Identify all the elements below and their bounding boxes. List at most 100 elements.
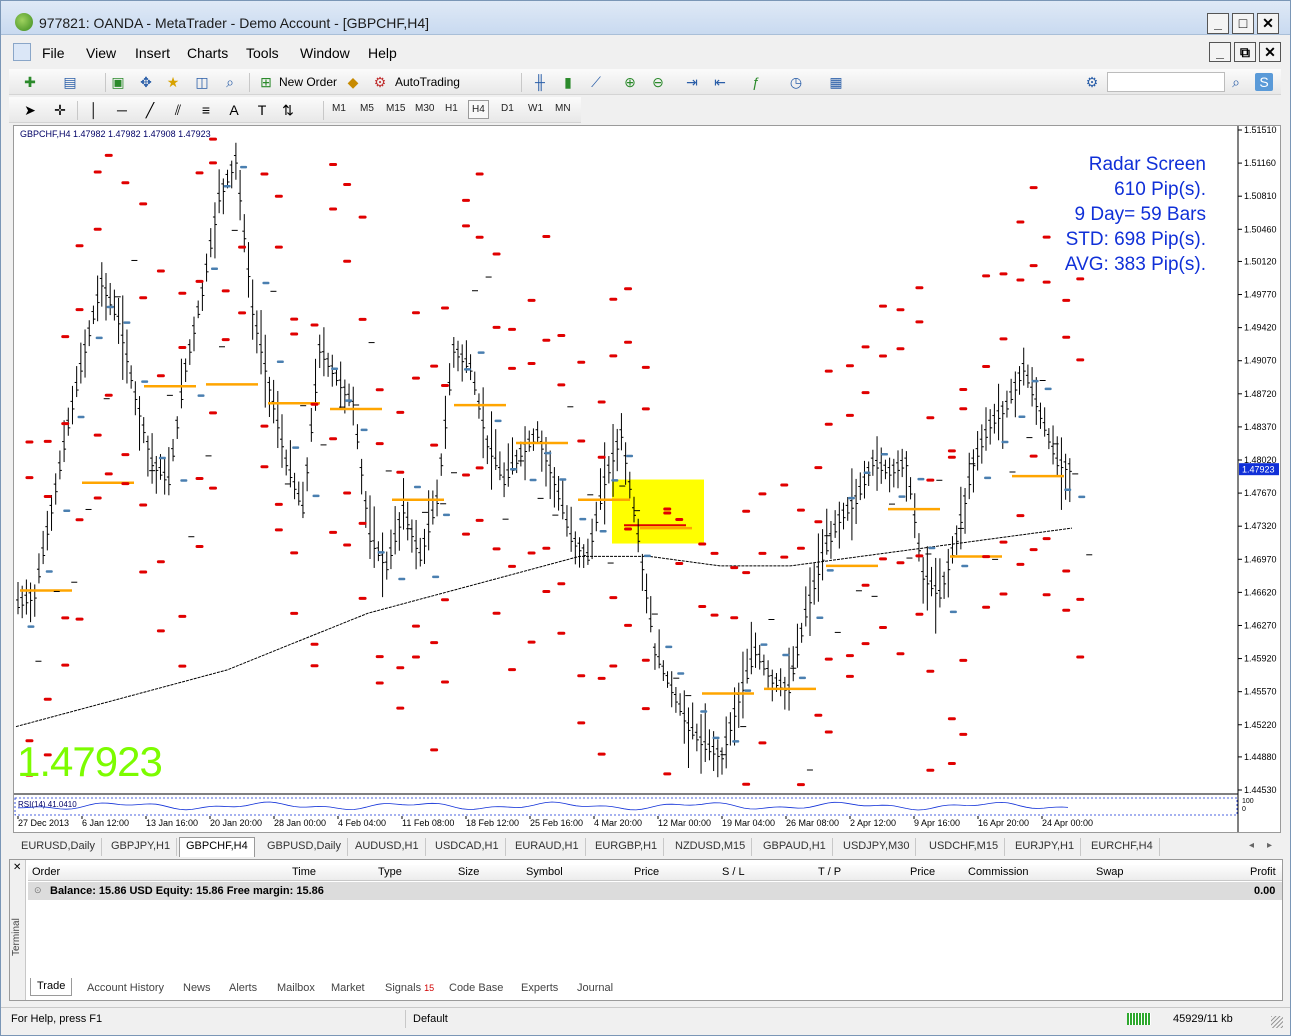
tab-audusd-h1[interactable]: AUDUSD,H1	[349, 838, 426, 856]
mdi-minimize-button[interactable]: _	[1209, 42, 1231, 62]
tab-usdchf-m15[interactable]: USDCHF,M15	[923, 838, 1006, 856]
tab-eurjpy-h1[interactable]: EURJPY,H1	[1009, 838, 1082, 856]
terminal-tab-account-history[interactable]: Account History	[82, 982, 169, 994]
tab-gbpjpy-h1[interactable]: GBPJPY,H1	[105, 838, 178, 856]
strategy-tester-icon[interactable]: ⌕	[221, 73, 239, 91]
timeframe-m30[interactable]: M30	[415, 103, 434, 114]
new-order-button[interactable]: New Order	[279, 75, 337, 89]
tab-gbpchf-h4[interactable]: GBPCHF,H4	[179, 837, 255, 857]
col-price[interactable]: Price	[634, 866, 659, 878]
chart-window-icon[interactable]	[13, 43, 31, 61]
indicators-icon[interactable]: ƒ	[747, 73, 765, 91]
terminal-tab-signals[interactable]: Signals 15	[380, 982, 439, 994]
menu-window[interactable]: Window	[300, 45, 350, 61]
tab-euraud-h1[interactable]: EURAUD,H1	[509, 838, 586, 856]
periods-icon[interactable]: ◷	[787, 73, 805, 91]
terminal-tab-market[interactable]: Market	[326, 982, 370, 994]
timeframe-m1[interactable]: M1	[332, 103, 346, 114]
autotrading-icon[interactable]: ⚙	[371, 73, 389, 91]
crosshair-icon[interactable]: ✛	[51, 101, 69, 119]
col-symbol[interactable]: Symbol	[526, 866, 563, 878]
navigator-icon[interactable]: ★	[164, 73, 182, 91]
status-profile[interactable]: Default	[413, 1013, 448, 1025]
metaeditor-icon[interactable]: ◆	[344, 73, 362, 91]
autotrading-button[interactable]: AutoTrading	[395, 75, 460, 89]
menu-help[interactable]: Help	[368, 45, 397, 61]
timeframe-m15[interactable]: M15	[386, 103, 405, 114]
terminal-tab-alerts[interactable]: Alerts	[224, 982, 262, 994]
terminal-icon[interactable]: ◫	[193, 73, 211, 91]
menu-view[interactable]: View	[86, 45, 116, 61]
text-icon[interactable]: A	[225, 101, 243, 119]
tab-eurchf-h4[interactable]: EURCHF,H4	[1085, 838, 1160, 856]
search-input[interactable]	[1107, 72, 1225, 92]
timeframe-w1[interactable]: W1	[528, 103, 543, 114]
tab-scroll-left-icon[interactable]: ◂	[1249, 840, 1254, 851]
col-time[interactable]: Time	[292, 866, 316, 878]
search-icon[interactable]: ⌕	[1227, 73, 1245, 91]
balance-row[interactable]: ⊙ Balance: 15.86 USD Equity: 15.86 Free …	[28, 882, 1282, 900]
close-button[interactable]: ✕	[1257, 13, 1279, 34]
maximize-button[interactable]: □	[1232, 13, 1254, 34]
col-size[interactable]: Size	[458, 866, 479, 878]
cursor-icon[interactable]: ➤	[21, 101, 39, 119]
col-order[interactable]: Order	[32, 866, 60, 878]
terminal-tab-journal[interactable]: Journal	[572, 982, 618, 994]
resize-grip-icon[interactable]	[1271, 1016, 1283, 1028]
timeframe-h1[interactable]: H1	[445, 103, 458, 114]
tab-gbpusd-daily[interactable]: GBPUSD,Daily	[261, 838, 348, 856]
tab-eurusd-daily[interactable]: EURUSD,Daily	[15, 838, 102, 856]
tab-scroll-right-icon[interactable]: ▸	[1267, 840, 1272, 851]
terminal-tab-code-base[interactable]: Code Base	[444, 982, 508, 994]
terminal-tab-trade[interactable]: Trade	[30, 978, 73, 996]
trendline-icon[interactable]: ╱	[141, 101, 159, 119]
timeframe-m5[interactable]: M5	[360, 103, 374, 114]
col-profit[interactable]: Profit	[1250, 866, 1276, 878]
menu-tools[interactable]: Tools	[246, 45, 279, 61]
tab-usdjpy-m30[interactable]: USDJPY,M30	[837, 838, 917, 856]
new-chart-icon[interactable]: ✚	[21, 73, 39, 91]
terminal-tab-mailbox[interactable]: Mailbox	[272, 982, 320, 994]
auto-scroll-icon[interactable]: ⇥	[683, 73, 701, 91]
menu-file[interactable]: File	[42, 45, 65, 61]
terminal-tab-news[interactable]: News	[178, 982, 216, 994]
signals-icon[interactable]: S	[1255, 73, 1273, 91]
col-swap[interactable]: Swap	[1096, 866, 1124, 878]
mdi-restore-button[interactable]: ⧉	[1234, 42, 1256, 62]
price-chart[interactable]: 1.51510 1.51160 1.50810 1.50460 1.50120 1.497…	[13, 125, 1281, 833]
tab-nzdusd-m15[interactable]: NZDUSD,M15	[669, 838, 753, 856]
timeframe-d1[interactable]: D1	[501, 103, 514, 114]
horizontal-line-icon[interactable]: ─	[113, 101, 131, 119]
profiles-icon[interactable]: ▤	[61, 73, 79, 91]
text-label-icon[interactable]: T	[253, 101, 271, 119]
tab-usdcad-h1[interactable]: USDCAD,H1	[429, 838, 506, 856]
tab-gbpaud-h1[interactable]: GBPAUD,H1	[757, 838, 833, 856]
title-bar[interactable]: 977821: OANDA - MetaTrader - Demo Accoun…	[1, 1, 1290, 35]
col-tp[interactable]: T / P	[818, 866, 841, 878]
data-window-icon[interactable]: ✥	[137, 73, 155, 91]
vertical-line-icon[interactable]: │	[85, 101, 103, 119]
terminal-close-icon[interactable]: ✕	[13, 862, 21, 873]
mdi-close-button[interactable]: ✕	[1259, 42, 1281, 62]
line-chart-icon[interactable]: ⟋	[587, 73, 605, 91]
market-watch-icon[interactable]: ▣	[109, 73, 127, 91]
candlestick-icon[interactable]: ▮	[559, 73, 577, 91]
templates-icon[interactable]: ▦	[827, 73, 845, 91]
chart-shift-icon[interactable]: ⇤	[711, 73, 729, 91]
zoom-in-icon[interactable]: ⊕	[621, 73, 639, 91]
terminal-tab-experts[interactable]: Experts	[516, 982, 563, 994]
tab-eurgbp-h1[interactable]: EURGBP,H1	[589, 838, 665, 856]
minimize-button[interactable]: _	[1207, 13, 1229, 34]
fibonacci-icon[interactable]: ≡	[197, 101, 215, 119]
new-order-icon[interactable]: ⊞	[257, 73, 275, 91]
zoom-out-icon[interactable]: ⊖	[649, 73, 667, 91]
timeframe-mn[interactable]: MN	[555, 103, 571, 114]
col-close-price[interactable]: Price	[910, 866, 935, 878]
channel-icon[interactable]: ⫽	[169, 101, 187, 119]
timeframe-h4[interactable]: H4	[468, 100, 489, 119]
col-sl[interactable]: S / L	[722, 866, 745, 878]
menu-charts[interactable]: Charts	[187, 45, 228, 61]
menu-insert[interactable]: Insert	[135, 45, 170, 61]
settings-gear-icon[interactable]: ⚙	[1083, 73, 1101, 91]
col-commission[interactable]: Commission	[968, 866, 1029, 878]
